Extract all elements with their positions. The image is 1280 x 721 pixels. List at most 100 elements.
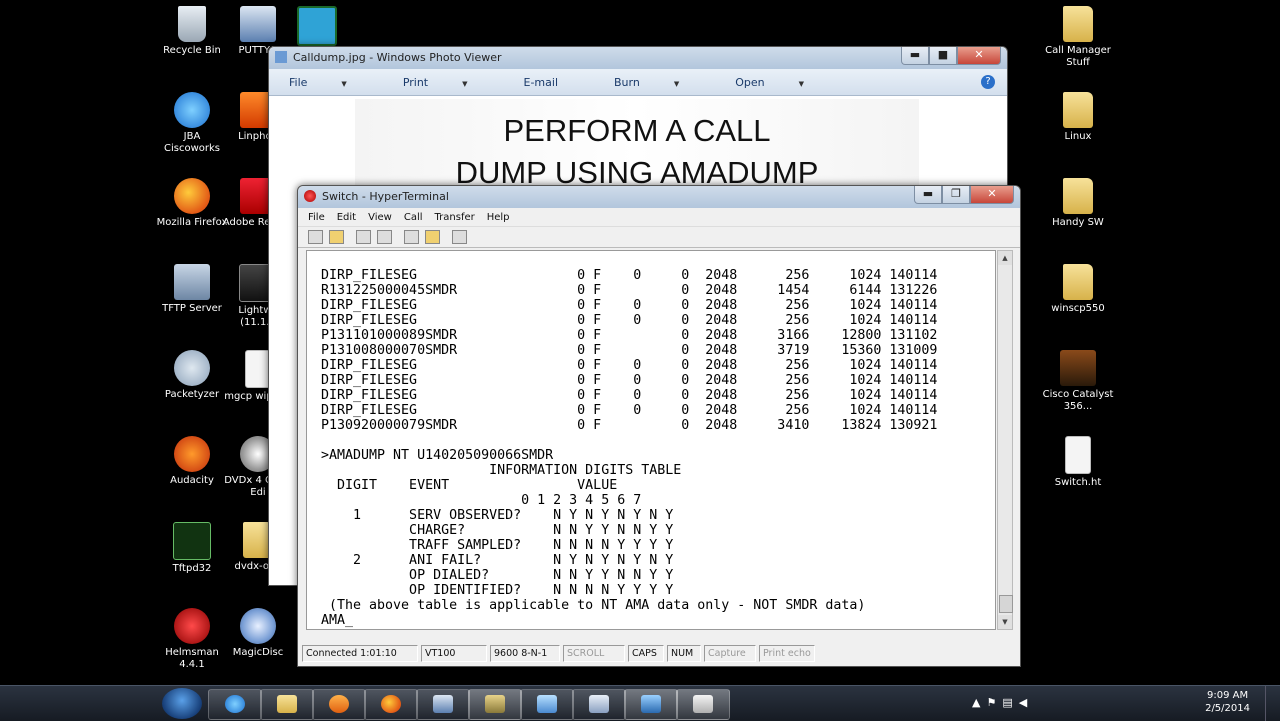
desktop-icon-linux[interactable]: Linux (1042, 92, 1114, 143)
desktop-icon-tftpd32[interactable]: Tftpd32 (156, 522, 228, 575)
clock-time: 9:09 AM (1206, 690, 1249, 701)
menu-help[interactable]: Help (487, 212, 510, 223)
chevron-down-icon: ▼ (462, 79, 468, 88)
desktop-icon-switch-ht[interactable]: Switch.ht (1042, 436, 1114, 489)
minimize-button[interactable]: ▬ (914, 186, 942, 204)
desktop-icon-cisco-catalyst[interactable]: Cisco Catalyst 356... (1042, 350, 1114, 413)
volume-icon[interactable]: ◀ (1019, 696, 1033, 709)
start-button[interactable] (162, 688, 202, 719)
tray-icons: ▲⚑▤◀ (972, 696, 1033, 709)
menu-burn[interactable]: Burn ▼ (614, 76, 707, 89)
close-button[interactable]: ✕ (970, 186, 1014, 204)
receive-icon[interactable] (425, 230, 440, 244)
window-icon (693, 695, 713, 713)
taskbar-putty[interactable] (416, 689, 470, 720)
menu-transfer[interactable]: Transfer (435, 212, 475, 223)
status-emulation: VT100 (421, 645, 487, 662)
desktop-icon-tftp-server[interactable]: TFTP Server (156, 264, 228, 315)
desktop-icon-handy-sw[interactable]: Handy SW (1042, 178, 1114, 229)
taskbar-calculator[interactable] (572, 689, 626, 720)
desktop-icon-jba-ciscoworks[interactable]: JBA Ciscoworks (156, 92, 228, 155)
minimize-button[interactable]: ▬ (901, 47, 929, 65)
menu-file[interactable]: File ▼ (289, 76, 375, 89)
phone-icon[interactable] (356, 230, 371, 244)
tftpd32-icon (173, 522, 211, 560)
notepad-icon (537, 695, 557, 713)
file-icon (1065, 436, 1091, 474)
desktop-icon-packetyzer[interactable]: Packetyzer (156, 350, 228, 401)
hyperterminal-window: Switch - HyperTerminal ▬ ❐ ✕ File Edit V… (297, 185, 1021, 667)
hyperterminal-titlebar[interactable]: Switch - HyperTerminal ▬ ❐ ✕ (298, 186, 1020, 208)
open-icon[interactable] (329, 230, 344, 244)
desktop-icon-label: Linux (1064, 131, 1092, 142)
maximize-button[interactable]: ■ (929, 47, 957, 65)
status-capture: Capture (704, 645, 756, 662)
taskbar: ▲⚑▤◀ 9:09 AM 2/5/2014 (0, 685, 1280, 721)
terminal-text: DIRP_FILESEG 0 F 0 0 2048 256 1024 14011… (321, 268, 938, 628)
desktop-icon-label: Switch.ht (1054, 477, 1102, 488)
status-num: NUM (667, 645, 701, 662)
disconnect-icon[interactable] (377, 230, 392, 244)
new-icon[interactable] (308, 230, 323, 244)
desktop-icon-label: Call Manager Stuff (1045, 45, 1111, 68)
show-desktop-button[interactable] (1265, 686, 1280, 721)
help-icon[interactable]: ? (981, 75, 995, 89)
menu-edit[interactable]: Edit (337, 212, 356, 223)
menu-file[interactable]: File (308, 212, 325, 223)
desktop-icon-call-manager-stuff[interactable]: Call Manager Stuff (1042, 6, 1114, 69)
show-hidden-icon[interactable]: ▲ (972, 696, 986, 709)
desktop-icon-firefox[interactable]: Mozilla Firefox (156, 178, 228, 229)
network-icon[interactable]: ▤ (1002, 696, 1018, 709)
desktop-icon-label: Packetyzer (164, 389, 220, 400)
desktop-icon-magicdisc[interactable]: MagicDisc (222, 608, 294, 659)
menu-print[interactable]: Print ▼ (403, 76, 496, 89)
status-print-echo: Print echo (759, 645, 815, 662)
photo-viewer-titlebar[interactable]: Calldump.jpg - Windows Photo Viewer ▬ ■ … (269, 47, 1007, 69)
close-button[interactable]: ✕ (957, 47, 1001, 65)
clock[interactable]: 9:09 AM 2/5/2014 (1205, 689, 1250, 715)
scroll-down-icon[interactable]: ▼ (998, 615, 1012, 629)
flag-icon[interactable]: ⚑ (986, 696, 1002, 709)
taskbar-firefox[interactable] (364, 689, 418, 720)
chevron-down-icon: ▼ (341, 79, 347, 88)
desktop-icon-label: Handy SW (1052, 217, 1104, 228)
desktop-icon-winscp[interactable]: winscp550 (1042, 264, 1114, 315)
hyperterminal-icon (485, 695, 505, 713)
status-settings: 9600 8-N-1 (490, 645, 560, 662)
hyperterminal-title: Switch - HyperTerminal (322, 190, 449, 203)
desktop-icon-label: TFTP Server (162, 303, 222, 314)
firefox-icon (381, 695, 401, 713)
properties-icon[interactable] (452, 230, 467, 244)
terminal-screen[interactable]: DIRP_FILESEG 0 F 0 0 2048 256 1024 14011… (306, 250, 996, 630)
menu-call[interactable]: Call (404, 212, 423, 223)
taskbar-explorer[interactable] (260, 689, 314, 720)
status-bar: Connected 1:01:10 VT100 9600 8-N-1 SCROL… (302, 645, 1014, 662)
taskbar-media-player[interactable] (312, 689, 366, 720)
menu-email[interactable]: E-mail (524, 76, 587, 89)
taskbar-ie[interactable] (208, 689, 262, 720)
taskbar-hyperterminal[interactable] (468, 689, 522, 720)
taskbar-window[interactable] (676, 689, 730, 720)
vertical-scrollbar[interactable]: ▲ ▼ (997, 250, 1013, 630)
menu-label: Open (735, 75, 765, 89)
putty-icon (240, 6, 276, 42)
desktop-icon-recycle-bin[interactable]: Recycle Bin (156, 6, 228, 57)
desktop-icon-audacity[interactable]: Audacity (156, 436, 228, 487)
restore-button[interactable]: ❐ (942, 186, 970, 204)
status-scroll: SCROLL (563, 645, 625, 662)
folder-icon (1063, 178, 1093, 214)
photo-heading-line1: PERFORM A CALL (503, 113, 771, 148)
desktop-icon-helmsman[interactable]: Helmsman 4.4.1 (156, 608, 228, 671)
desktop-icon-label: Audacity (170, 475, 214, 486)
packetyzer-icon (174, 350, 210, 386)
scroll-up-icon[interactable]: ▲ (998, 251, 1012, 265)
helmsman-icon (174, 608, 210, 644)
send-icon[interactable] (404, 230, 419, 244)
menu-open[interactable]: Open ▼ (735, 76, 832, 89)
taskbar-paint[interactable] (520, 689, 574, 720)
scroll-thumb[interactable] (999, 595, 1013, 613)
taskbar-photo-viewer[interactable] (624, 689, 678, 720)
menu-label: File (289, 75, 308, 89)
desktop-icon-network-app[interactable] (281, 6, 353, 49)
menu-view[interactable]: View (368, 212, 392, 223)
